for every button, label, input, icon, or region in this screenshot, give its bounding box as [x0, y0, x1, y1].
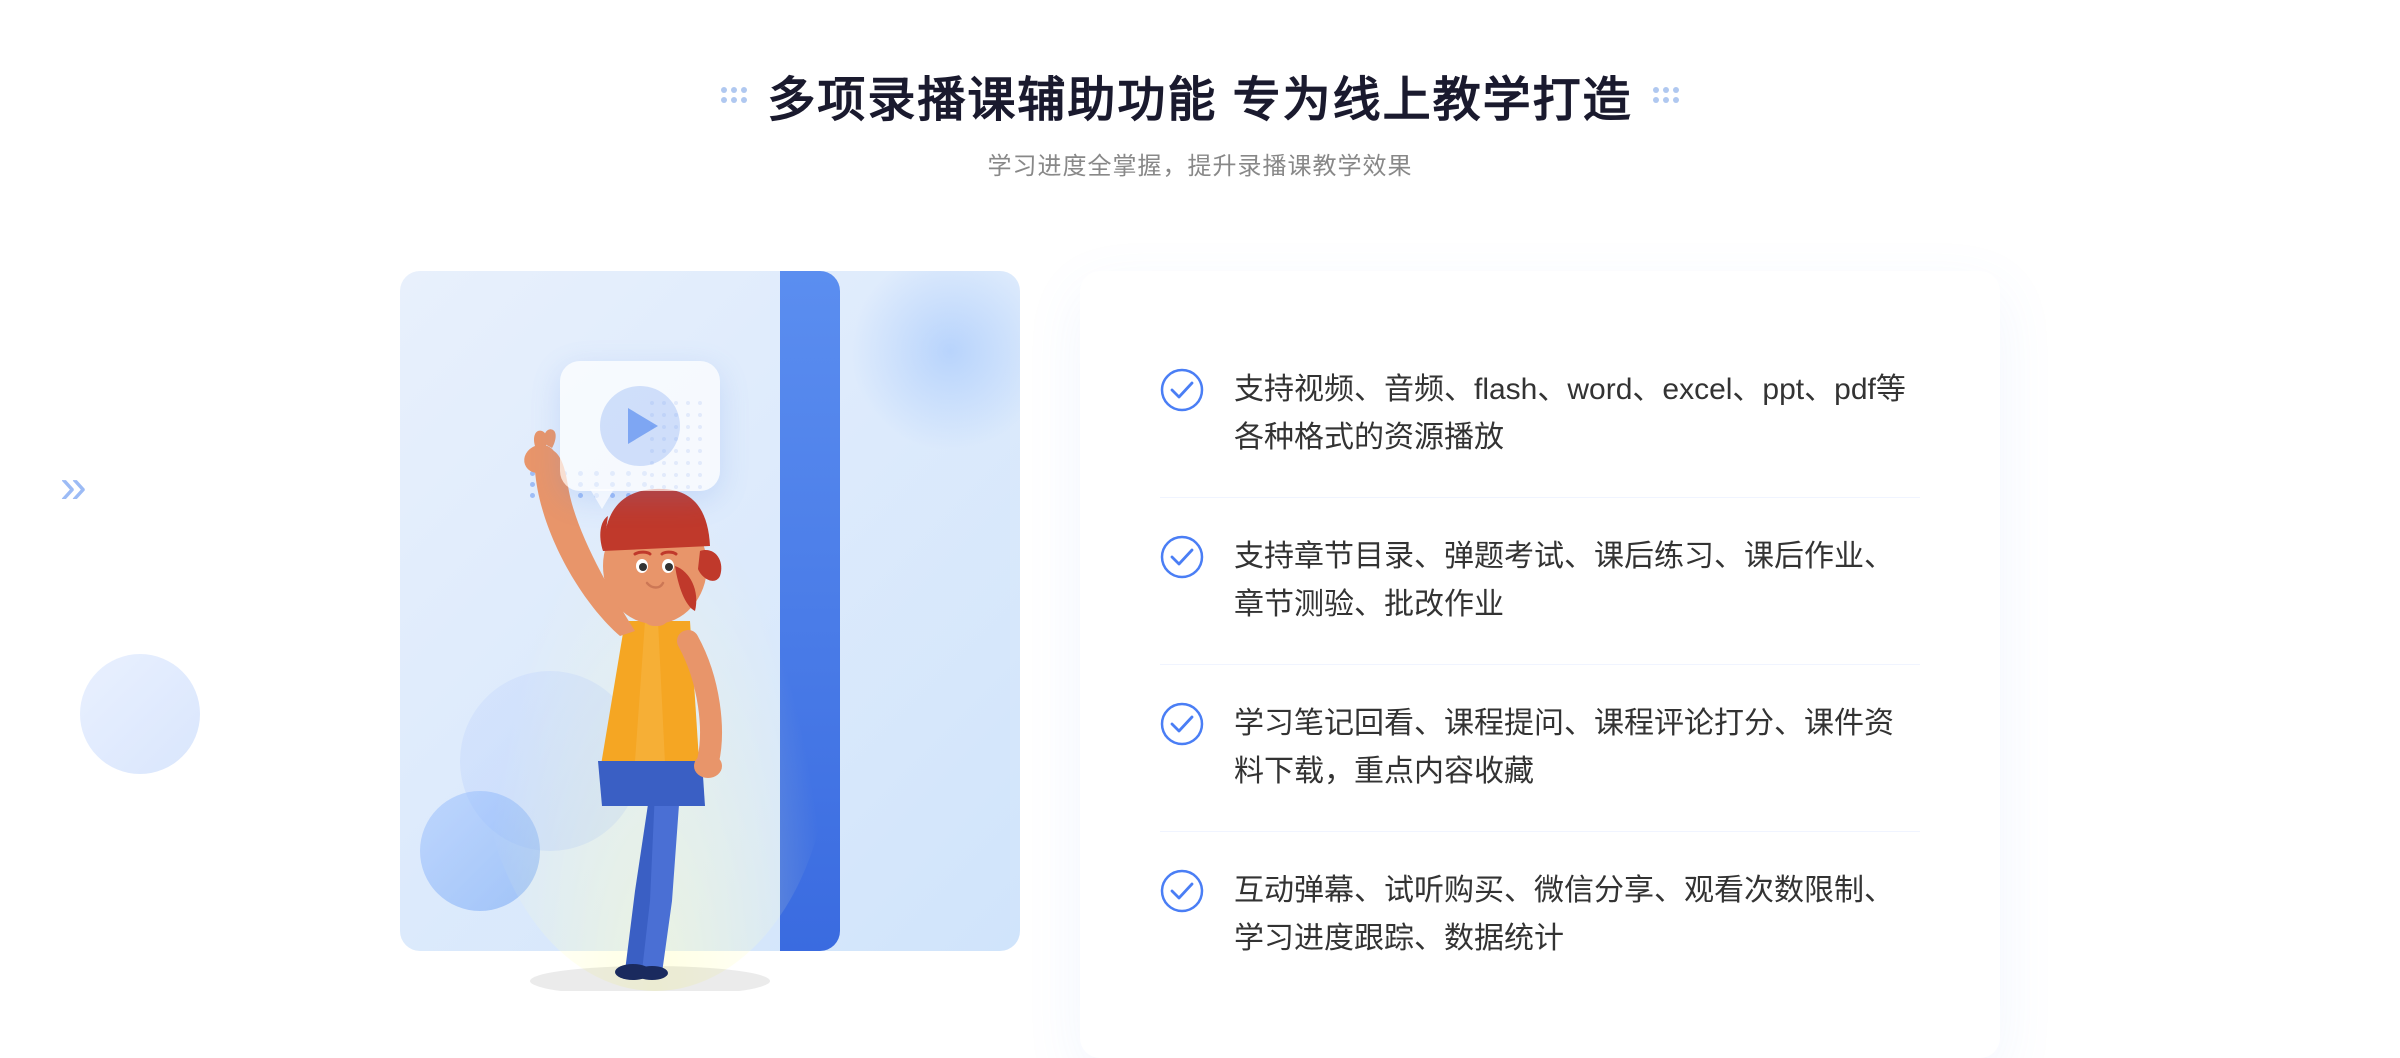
feature-item-3: 学习笔记回看、课程提问、课程评论打分、课件资料下载，重点内容收藏: [1160, 665, 1920, 832]
content-area: 支持视频、音频、flash、word、excel、ppt、pdf等各种格式的资源…: [400, 241, 2000, 1058]
feature-text-2: 支持章节目录、弹题考试、课后练习、课后作业、章节测验、批改作业: [1234, 533, 1920, 629]
title-row: 多项录播课辅助功能 专为线上教学打造: [721, 60, 1678, 130]
check-circle-icon-3: [1160, 702, 1204, 746]
page-container: » 多项录播课辅助功能 专为线上教学打造 学习进度全掌: [0, 0, 2400, 974]
left-circle-decoration: [80, 654, 200, 774]
illustration-container: [400, 241, 1080, 991]
page-title: 多项录播课辅助功能 专为线上教学打造: [767, 60, 1632, 130]
header-section: 多项录播课辅助功能 专为线上教学打造 学习进度全掌握，提升录播课教学效果: [721, 60, 1678, 181]
feature-item-1: 支持视频、音频、flash、word、excel、ppt、pdf等各种格式的资源…: [1160, 331, 1920, 498]
feature-text-4: 互动弹幕、试听购买、微信分享、观看次数限制、学习进度跟踪、数据统计: [1234, 867, 1920, 963]
bubble-shape: [560, 361, 720, 491]
feature-text-1: 支持视频、音频、flash、word、excel、ppt、pdf等各种格式的资源…: [1234, 366, 1920, 462]
feature-item-2: 支持章节目录、弹题考试、课后练习、课后作业、章节测验、批改作业: [1160, 498, 1920, 665]
play-button-bubble[interactable]: [560, 361, 720, 491]
page-subtitle: 学习进度全掌握，提升录播课教学效果: [721, 146, 1678, 181]
play-icon-circle: [600, 386, 680, 466]
features-panel: 支持视频、音频、flash、word、excel、ppt、pdf等各种格式的资源…: [1080, 271, 2000, 1058]
check-circle-icon-1: [1160, 368, 1204, 412]
check-circle-icon-4: [1160, 869, 1204, 913]
feature-item-4: 互动弹幕、试听购买、微信分享、观看次数限制、学习进度跟踪、数据统计: [1160, 832, 1920, 998]
play-triangle-icon: [628, 408, 658, 444]
left-title-dots: [721, 87, 747, 103]
left-chevron-decoration: »: [60, 460, 87, 515]
check-circle-icon-2: [1160, 535, 1204, 579]
right-title-dots: [1653, 87, 1679, 103]
feature-text-3: 学习笔记回看、课程提问、课程评论打分、课件资料下载，重点内容收藏: [1234, 700, 1920, 796]
